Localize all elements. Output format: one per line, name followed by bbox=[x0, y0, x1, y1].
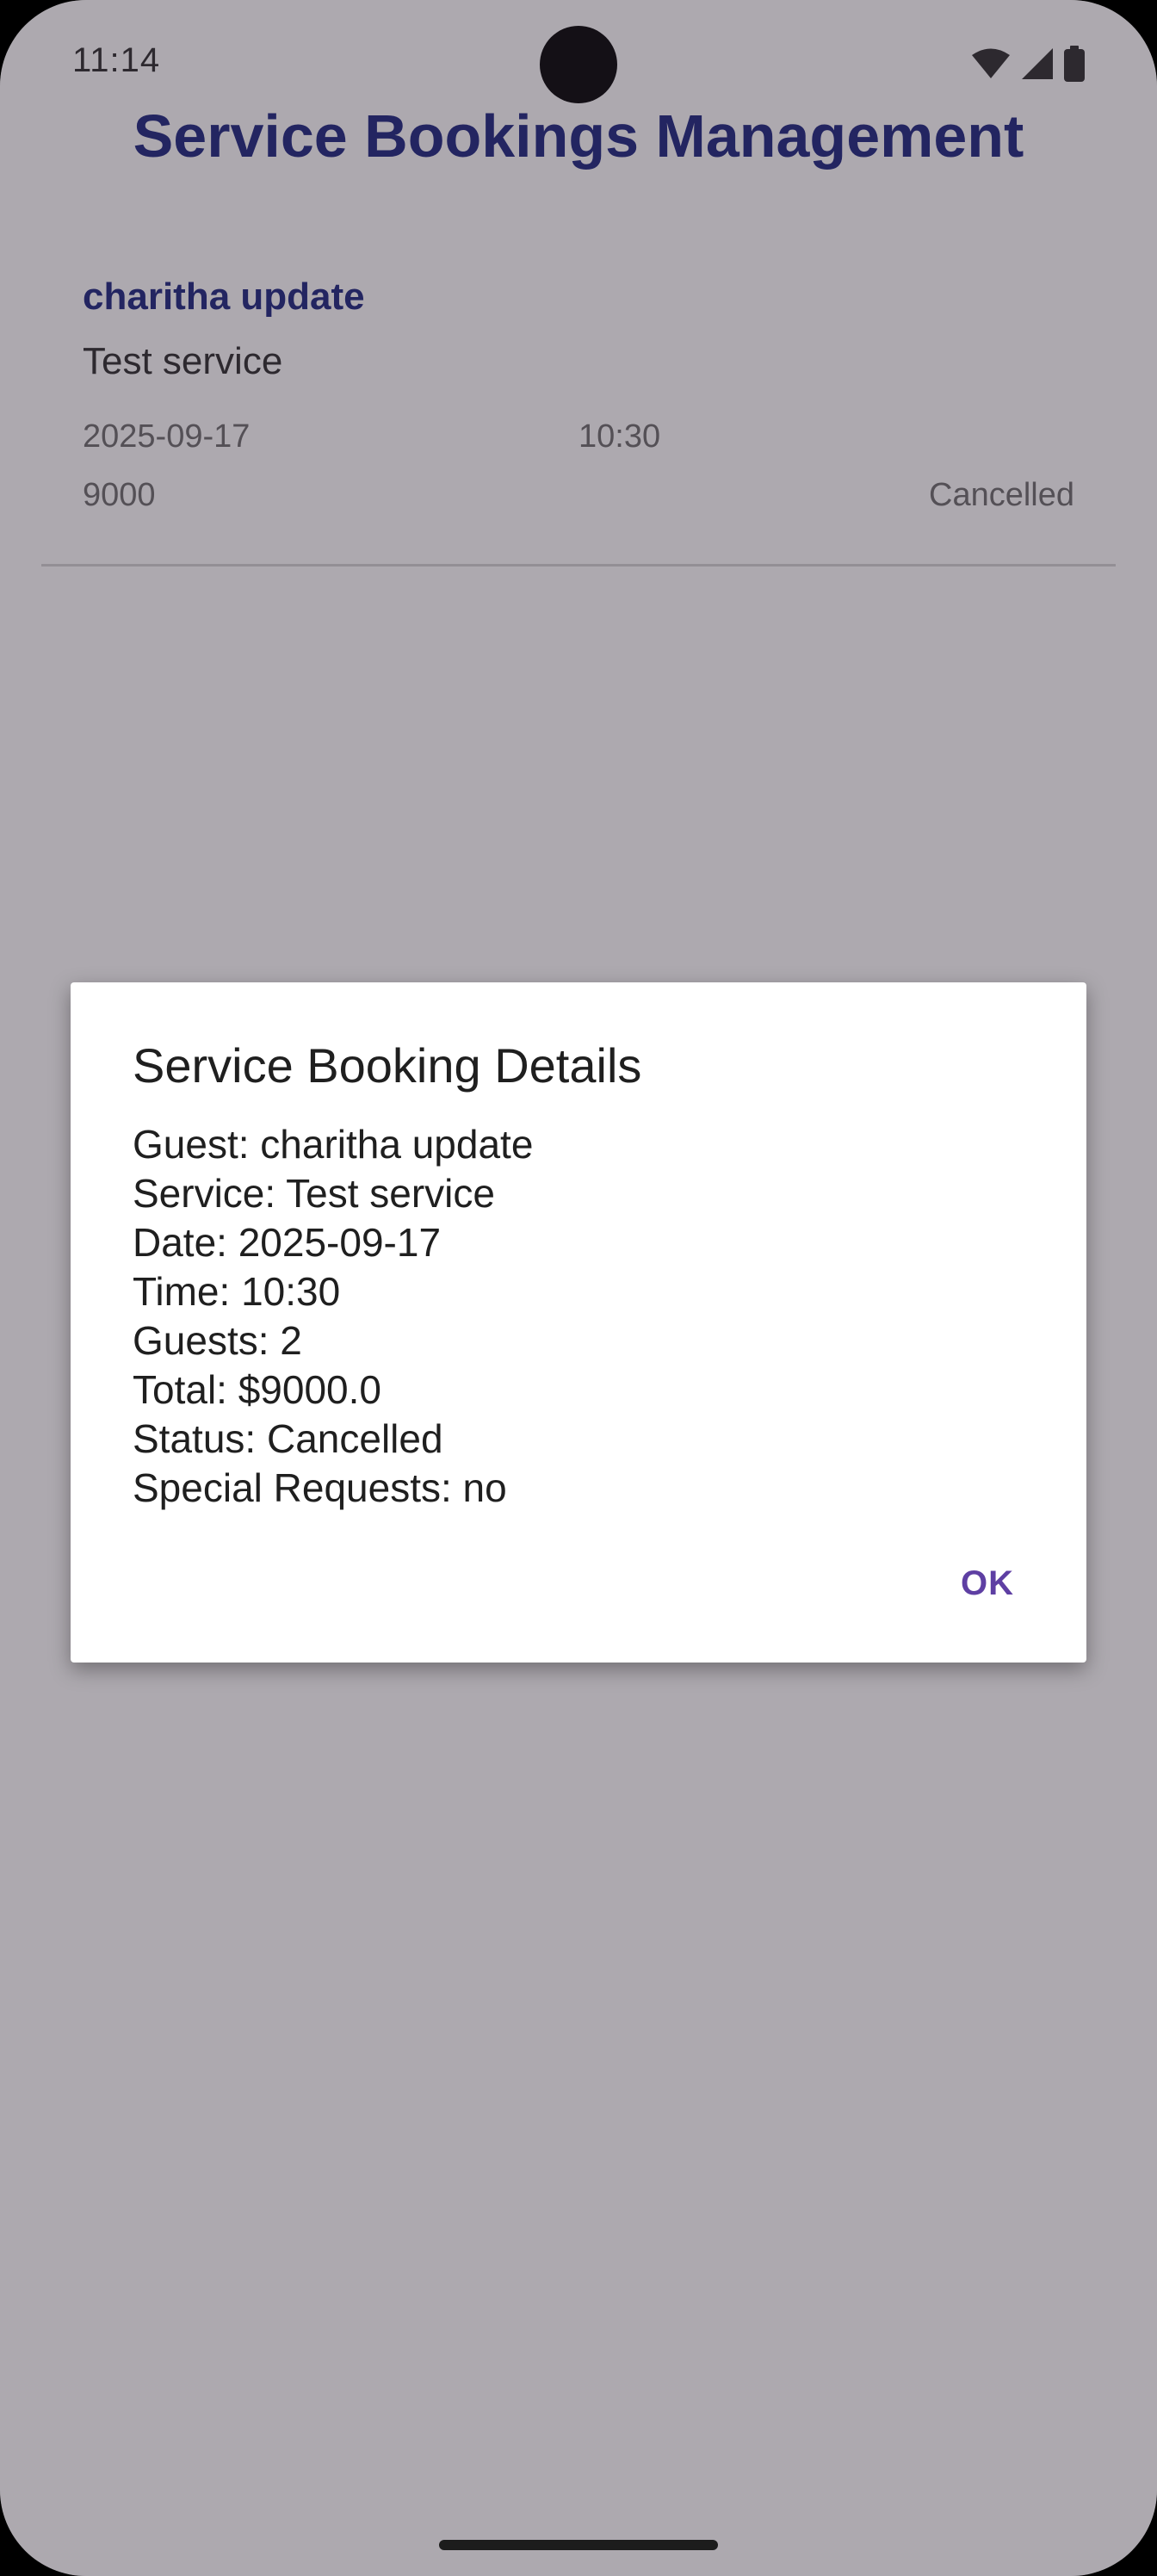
detail-status: Status: Cancelled bbox=[133, 1416, 443, 1461]
booking-details-dialog: Service Booking Details Guest: charitha … bbox=[71, 982, 1086, 1663]
detail-total: Total: $9000.0 bbox=[133, 1367, 382, 1412]
detail-time: Time: 10:30 bbox=[133, 1269, 341, 1314]
detail-special-requests: Special Requests: no bbox=[133, 1465, 507, 1510]
detail-date: Date: 2025-09-17 bbox=[133, 1220, 442, 1265]
gesture-navigation-bar[interactable] bbox=[439, 2540, 718, 2550]
detail-guest: Guest: charitha update bbox=[133, 1122, 534, 1167]
app-screen: 11:14 Service Bookings Management charit… bbox=[0, 0, 1157, 2576]
dialog-title: Service Booking Details bbox=[133, 1038, 642, 1093]
detail-guests: Guests: 2 bbox=[133, 1318, 302, 1363]
dialog-body: Guest: charitha update Service: Test ser… bbox=[133, 1120, 533, 1513]
detail-service: Service: Test service bbox=[133, 1171, 495, 1216]
ok-button[interactable]: OK bbox=[950, 1557, 1024, 1610]
